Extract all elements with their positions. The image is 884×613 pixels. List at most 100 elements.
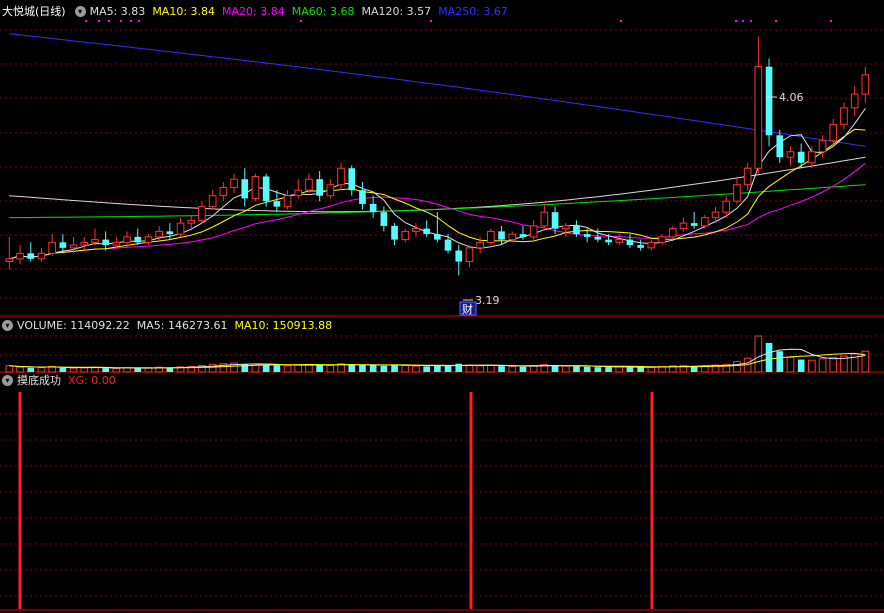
volume-bar	[283, 365, 292, 373]
volume-bar	[476, 365, 484, 373]
event-marker	[750, 20, 752, 22]
volume-bar	[359, 365, 366, 372]
chevron-down-icon[interactable]: ▾	[2, 374, 13, 386]
volume-bar	[647, 366, 656, 373]
chart-grid	[0, 20, 884, 611]
bottom-signal-bars	[18, 392, 654, 609]
event-marker	[430, 20, 432, 22]
indicator-panel-header: ▾ 摸底成功 XG: 0.00	[0, 373, 123, 387]
volume-ma10-label: MA10: 150913.88	[234, 318, 333, 332]
low-price-label: 3.19	[475, 294, 500, 307]
candle-body	[27, 253, 35, 259]
volume-bar	[508, 365, 517, 373]
candle-body	[230, 178, 238, 188]
ma250-line	[9, 33, 866, 147]
candle-body	[219, 186, 228, 197]
volume-bar	[519, 366, 527, 372]
volume-bar	[123, 367, 131, 373]
volume-ma10-line	[9, 352, 866, 369]
candle-body	[850, 93, 859, 109]
event-marker	[120, 20, 122, 22]
event-marker	[98, 20, 100, 22]
candle-body	[626, 239, 634, 246]
ma20-label: MA20: 3.84	[222, 4, 285, 18]
volume-bar	[401, 364, 410, 373]
candle-body	[262, 176, 270, 202]
candle-body	[434, 234, 441, 240]
volume-bar	[326, 364, 335, 373]
candle-body	[294, 189, 303, 197]
ma120-label: MA120: 3.57	[361, 4, 432, 18]
candle-body	[690, 223, 698, 226]
volume-bar	[498, 366, 505, 372]
chevron-down-icon[interactable]: ▾	[2, 319, 13, 331]
stock-chart[interactable]: 4.06 3.19 财	[0, 0, 884, 613]
event-marker	[742, 20, 744, 22]
candle-body	[540, 211, 549, 227]
candle-body	[69, 244, 78, 249]
candle-body	[840, 107, 848, 125]
volume-bar	[316, 365, 323, 372]
indicator-xg-label: XG: 0.00	[68, 373, 116, 387]
candle-body	[476, 241, 484, 249]
candle-body	[508, 233, 517, 241]
candle-body	[551, 212, 559, 229]
candle-body	[412, 228, 420, 232]
candle-body	[5, 258, 14, 263]
event-marker	[735, 20, 737, 22]
stock-title[interactable]: 大悦城(日线)	[2, 3, 66, 19]
candle-body	[743, 167, 752, 186]
candle-body	[283, 195, 292, 208]
candle-body	[754, 66, 763, 169]
volume-value: VOLUME: 114092.22	[17, 318, 130, 332]
volume-ma5-label: MA5: 146273.61	[136, 318, 228, 332]
candle-body	[498, 231, 505, 240]
volume-bar	[583, 366, 591, 372]
volume-bar	[273, 365, 281, 372]
volume-bar	[754, 335, 763, 373]
candle-body	[786, 151, 795, 158]
candle-body	[583, 234, 591, 237]
candle-body	[722, 200, 731, 213]
volume-bar	[615, 366, 624, 373]
volume-bar	[637, 367, 644, 372]
candle-body	[829, 123, 838, 142]
event-marker	[108, 20, 110, 22]
ma10-label: MA10: 3.84	[152, 4, 216, 18]
signal-bar	[469, 392, 473, 609]
candle-body	[637, 245, 644, 248]
volume-bar	[529, 365, 538, 373]
candle-body	[123, 236, 131, 243]
candle-body	[348, 168, 356, 191]
volume-bar	[348, 364, 356, 372]
volume-bar	[134, 368, 142, 372]
candle-body	[733, 184, 741, 202]
candle-body	[647, 241, 656, 249]
volume-bar	[786, 356, 795, 373]
candle-body	[679, 222, 688, 230]
candle-body	[561, 225, 570, 230]
volume-bar	[808, 359, 816, 373]
high-price-label: 4.06	[779, 91, 804, 104]
ma60-label: MA60: 3.68	[291, 4, 355, 18]
volume-bar	[551, 365, 559, 372]
volume-bars	[5, 335, 870, 373]
volume-bar	[818, 358, 827, 373]
event-marker	[620, 20, 622, 22]
volume-bar	[573, 366, 580, 372]
volume-bar	[733, 361, 741, 373]
volume-bar	[412, 365, 420, 373]
chevron-down-icon[interactable]: ▾	[74, 5, 86, 17]
candle-body	[273, 201, 281, 207]
candle-body	[529, 225, 538, 238]
volume-bar	[112, 368, 121, 373]
candle-body	[668, 228, 677, 238]
event-marker	[130, 20, 132, 22]
candle-body	[808, 151, 816, 164]
indicator-title[interactable]: 摸底成功	[17, 372, 61, 388]
candle-body	[59, 242, 67, 248]
report-badge: 财	[462, 302, 473, 316]
event-marker	[138, 20, 140, 22]
ma5-label: MA5: 3.83	[89, 4, 146, 18]
signal-bar	[18, 392, 22, 609]
